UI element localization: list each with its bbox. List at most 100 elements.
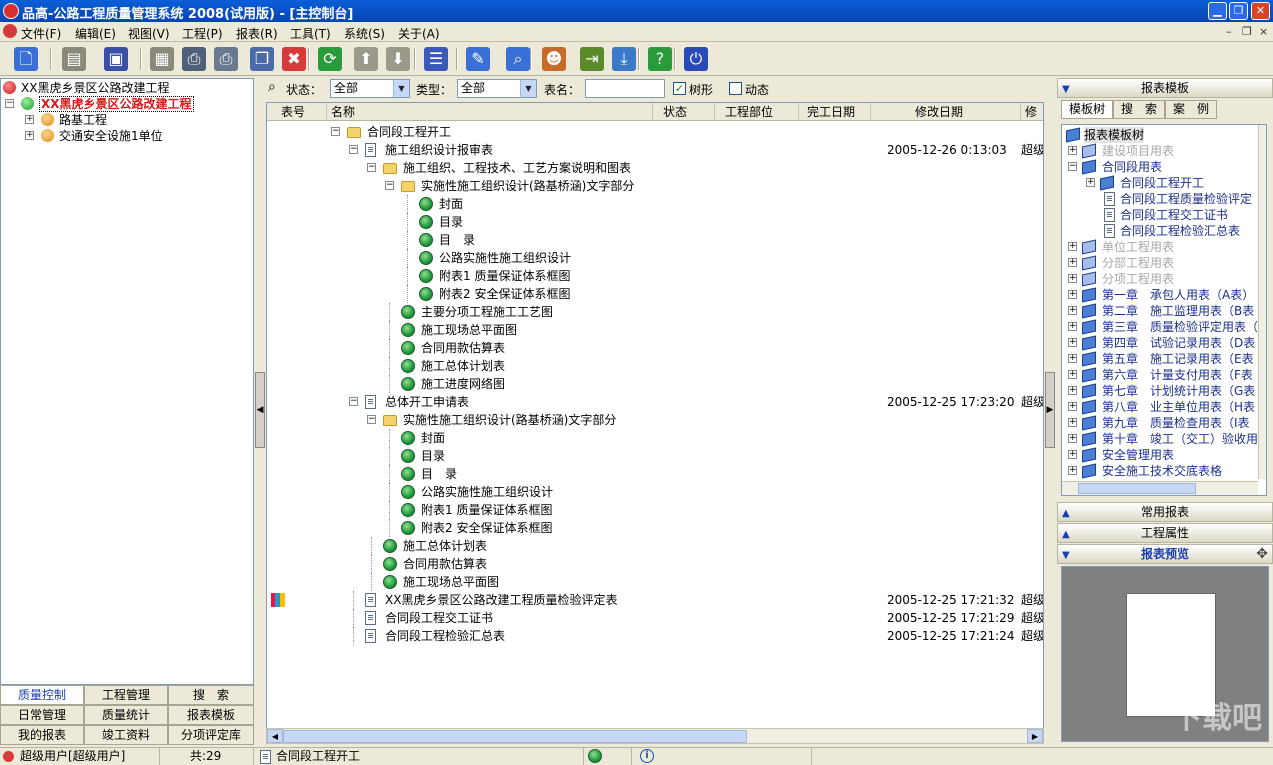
table-row[interactable]: 合同段工程交工证书 2005-12-25 17:21:29 超级 xyxy=(267,609,1043,627)
menu-report[interactable]: 报表(R) xyxy=(236,25,278,42)
print-icon[interactable]: ⎙ xyxy=(182,47,206,71)
table-row[interactable]: 附表2 安全保证体系框图 xyxy=(267,519,1043,537)
right-splitter-handle[interactable]: ▶ xyxy=(1045,372,1055,448)
tree-view-checkbox[interactable]: ✓ xyxy=(673,82,686,95)
tab-daily-management[interactable]: 日常管理 xyxy=(0,705,84,725)
table-row[interactable]: 封面 xyxy=(267,429,1043,447)
template-tree-vertical-scrollbar[interactable] xyxy=(1258,125,1266,479)
col-header-part[interactable]: 工程部位 xyxy=(715,103,799,121)
expand-icon[interactable]: + xyxy=(1068,386,1077,395)
col-header-modifier[interactable]: 修 xyxy=(1021,103,1043,121)
table-row[interactable]: 施工进度网络图 xyxy=(267,375,1043,393)
name-filter-input[interactable] xyxy=(585,79,665,98)
table-row[interactable]: 公路实施性施工组织设计 xyxy=(267,249,1043,267)
type-filter-select[interactable]: 全部 ▼ xyxy=(457,79,537,98)
expand-icon[interactable]: + xyxy=(1068,322,1077,331)
table-row[interactable]: 目录 xyxy=(267,447,1043,465)
collapse-icon[interactable]: − xyxy=(367,415,376,424)
restore-button[interactable]: ❐ xyxy=(1229,2,1248,20)
table-row[interactable]: 目录 xyxy=(267,213,1043,231)
menu-view[interactable]: 视图(V) xyxy=(128,25,170,42)
expand-icon[interactable]: + xyxy=(1068,466,1077,475)
open-folder-icon[interactable]: ▤ xyxy=(62,47,86,71)
scroll-right-icon[interactable]: ▶ xyxy=(1027,729,1043,743)
scroll-thumb[interactable] xyxy=(283,730,747,743)
tab-quality-control[interactable]: 质量控制 xyxy=(0,685,84,705)
collapse-icon[interactable]: − xyxy=(385,181,394,190)
table-row[interactable]: − 合同段工程开工 xyxy=(267,123,1043,141)
dynamic-checkbox[interactable] xyxy=(729,82,742,95)
table-row[interactable]: 施工总体计划表 xyxy=(267,537,1043,555)
scroll-thumb[interactable] xyxy=(1078,483,1196,494)
table-row[interactable]: 封面 xyxy=(267,195,1043,213)
col-header-name[interactable]: 名称 xyxy=(327,103,653,121)
new-document-icon[interactable]: 🗋 xyxy=(14,47,38,71)
table-row[interactable]: − 总体开工申请表 2005-12-25 17:23:20 超级 xyxy=(267,393,1043,411)
tab-item-evaluation-lib[interactable]: 分项评定库 xyxy=(168,725,254,745)
move-icon[interactable]: ✥ xyxy=(1256,545,1268,563)
table-row[interactable]: 附表1 质量保证体系框图 xyxy=(267,267,1043,285)
menu-file[interactable]: 文件(F) xyxy=(21,25,61,42)
expand-icon[interactable]: + xyxy=(1068,418,1077,427)
collapse-icon[interactable]: − xyxy=(331,127,340,136)
list-icon[interactable]: ☰ xyxy=(424,47,448,71)
menu-edit[interactable]: 编辑(E) xyxy=(75,25,116,42)
report-template-header[interactable]: ▼ 报表模板 xyxy=(1057,78,1273,98)
table-row[interactable]: 目 录 xyxy=(267,231,1043,249)
table-row[interactable]: 主要分项工程施工工艺图 xyxy=(267,303,1043,321)
table-row[interactable]: 公路实施性施工组织设计 xyxy=(267,483,1043,501)
search-icon[interactable]: ⌕ xyxy=(506,47,530,71)
move-down-icon[interactable]: ⬇ xyxy=(386,47,410,71)
collapse-icon[interactable]: − xyxy=(5,99,14,108)
table-row[interactable]: − 施工组织设计报审表 2005-12-26 0:13:03 超级 xyxy=(267,141,1043,159)
expand-icon[interactable]: + xyxy=(1086,178,1095,187)
menu-tools[interactable]: 工具(T) xyxy=(290,25,331,42)
col-header-number[interactable]: 表号 xyxy=(267,103,327,121)
print-preview-icon[interactable]: ⎙ xyxy=(214,47,238,71)
expand-icon[interactable]: + xyxy=(1068,450,1077,459)
import-icon[interactable]: ⇥ xyxy=(580,47,604,71)
tab-template-tree[interactable]: 模板树 xyxy=(1061,100,1113,119)
table-row[interactable]: − 实施性施工组织设计(路基桥涵)文字部分 xyxy=(267,411,1043,429)
close-button[interactable]: ✕ xyxy=(1251,2,1270,20)
collapse-icon[interactable]: − xyxy=(349,397,358,406)
move-up-icon[interactable]: ⬆ xyxy=(354,47,378,71)
tab-my-reports[interactable]: 我的报表 xyxy=(0,725,84,745)
delete-icon[interactable]: ✖ xyxy=(282,47,306,71)
menu-system[interactable]: 系统(S) xyxy=(344,25,385,42)
project-props-header[interactable]: ▲ 工程属性 xyxy=(1057,523,1273,543)
copy-icon[interactable]: ❐ xyxy=(250,47,274,71)
expand-icon[interactable]: + xyxy=(1068,290,1077,299)
expand-icon[interactable]: + xyxy=(1068,274,1077,283)
table-row[interactable]: 附表1 质量保证体系框图 xyxy=(267,501,1043,519)
expand-icon[interactable]: + xyxy=(1068,258,1077,267)
left-splitter-handle[interactable]: ◀ xyxy=(255,372,265,448)
table-row[interactable]: 施工现场总平面图 xyxy=(267,573,1043,591)
report-preview-header[interactable]: ▼ 报表预览 ✥ xyxy=(1057,544,1273,564)
edit-icon[interactable]: ✎ xyxy=(466,47,490,71)
table-row[interactable]: − 施工组织、工程技术、工艺方案说明和图表 xyxy=(267,159,1043,177)
tab-template-search[interactable]: 搜 索 xyxy=(1113,100,1165,119)
table-row[interactable]: 施工总体计划表 xyxy=(267,357,1043,375)
expand-icon[interactable]: + xyxy=(1068,338,1077,347)
chevron-down-icon[interactable]: ▼ xyxy=(393,80,409,97)
collapse-icon[interactable]: − xyxy=(349,145,358,154)
mdi-close-button[interactable]: × xyxy=(1259,25,1268,38)
expand-icon[interactable]: + xyxy=(25,115,34,124)
template-tree-horizontal-scrollbar[interactable] xyxy=(1062,481,1258,495)
table-row[interactable]: 合同用款估算表 xyxy=(267,339,1043,357)
menu-about[interactable]: 关于(A) xyxy=(398,25,440,42)
power-icon[interactable]: ⏻ xyxy=(684,47,708,71)
scroll-left-icon[interactable]: ◀ xyxy=(267,729,283,743)
expand-icon[interactable]: + xyxy=(1068,354,1077,363)
table-row[interactable]: 合同段工程检验汇总表 2005-12-25 17:21:24 超级 xyxy=(267,627,1043,645)
collapse-icon[interactable]: − xyxy=(367,163,376,172)
chevron-down-icon[interactable]: ▼ xyxy=(520,80,536,97)
minimize-button[interactable]: ▁ xyxy=(1208,2,1227,20)
common-reports-header[interactable]: ▲ 常用报表 xyxy=(1057,502,1273,522)
table-row[interactable]: − 实施性施工组织设计(路基桥涵)文字部分 xyxy=(267,177,1043,195)
col-header-status[interactable]: 状态 xyxy=(653,103,715,121)
expand-icon[interactable]: + xyxy=(25,131,34,140)
refresh-icon[interactable]: ⟳ xyxy=(318,47,342,71)
expand-icon[interactable]: + xyxy=(1068,402,1077,411)
